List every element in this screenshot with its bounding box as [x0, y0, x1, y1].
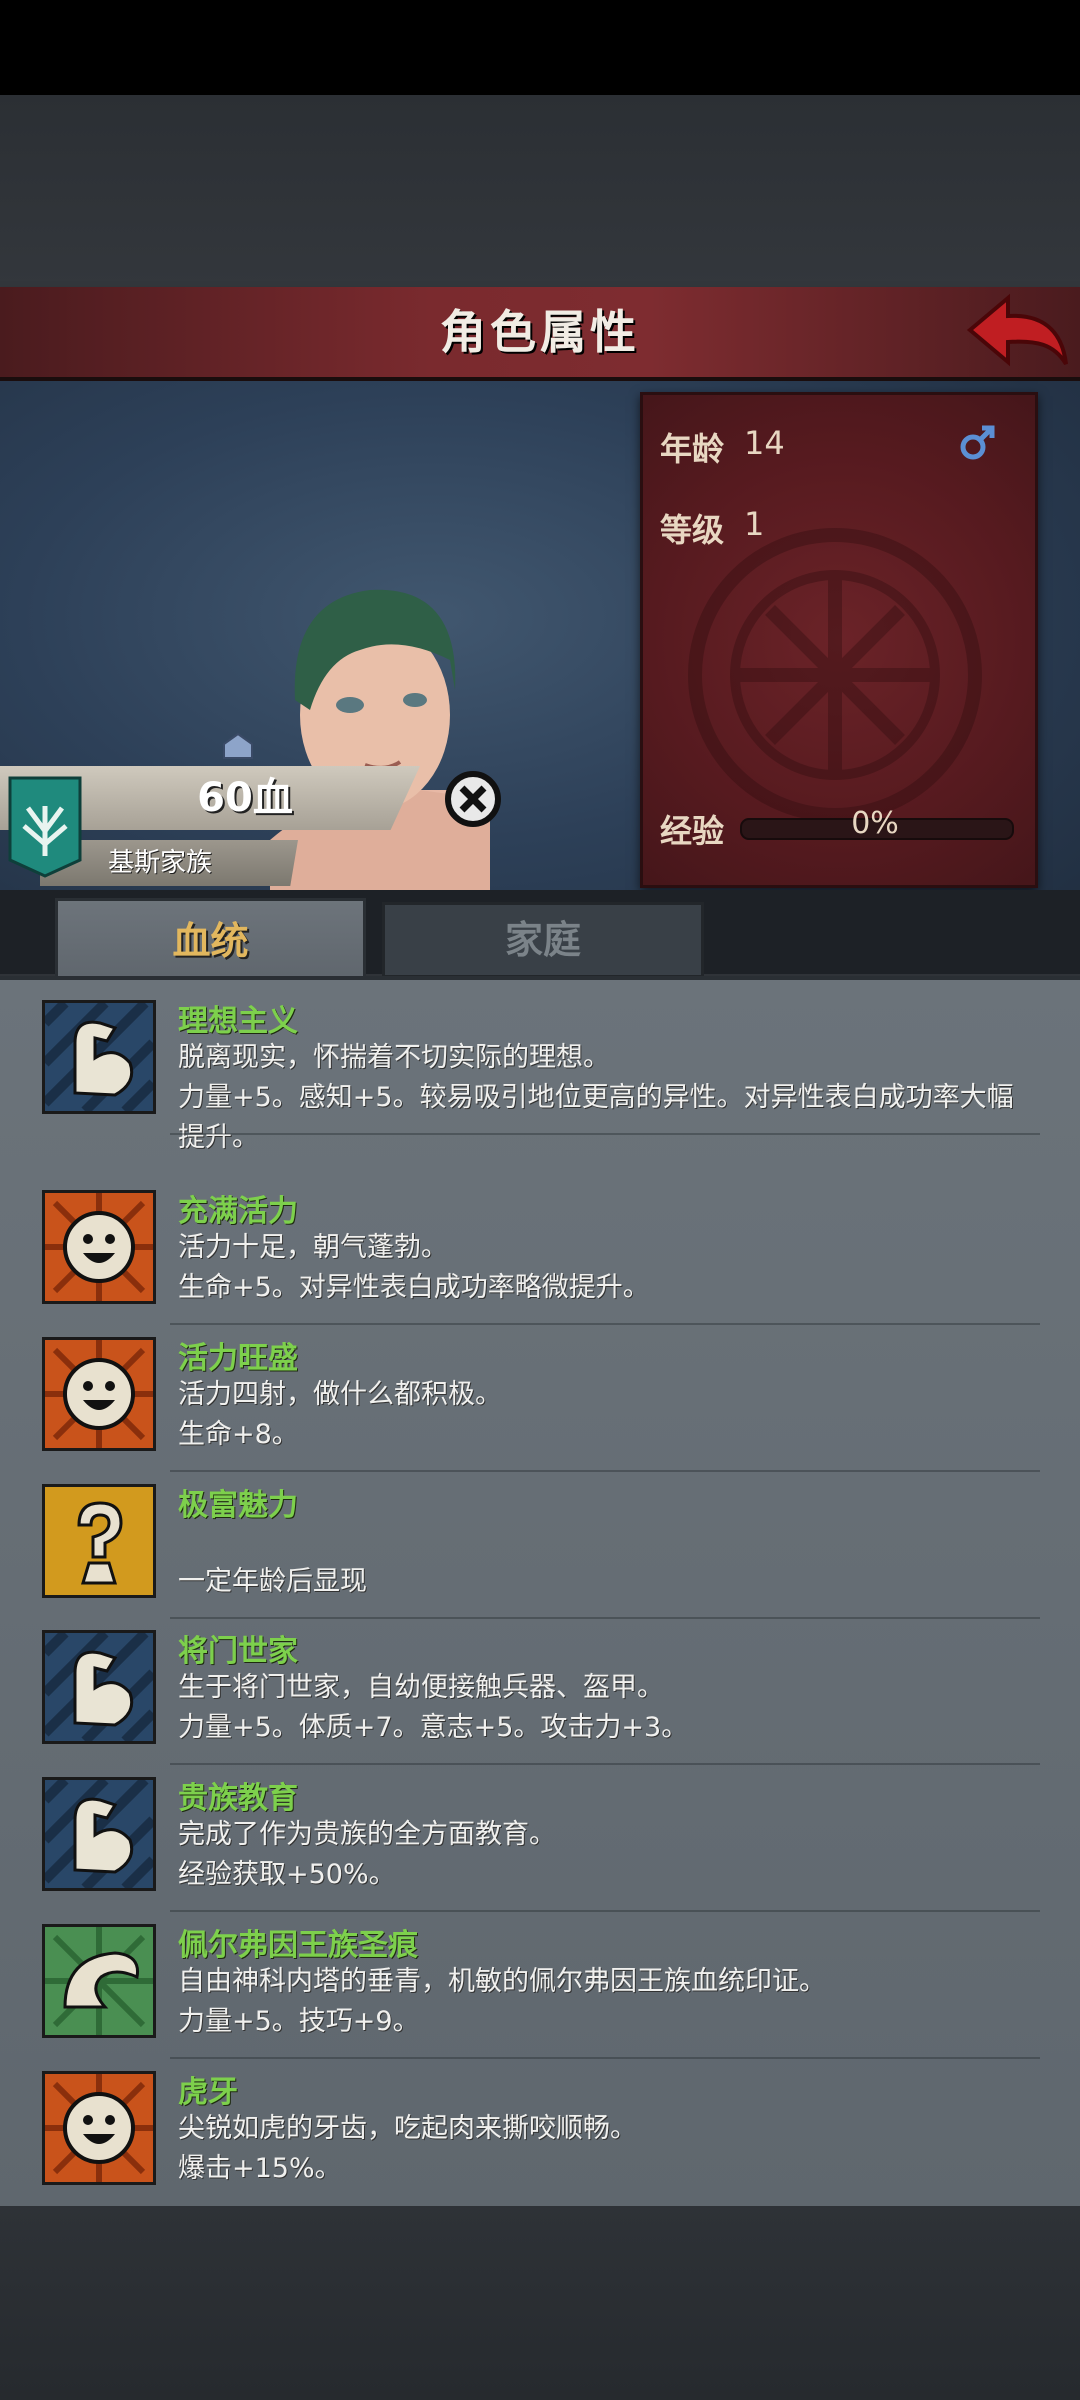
- family-crest-icon: [8, 776, 82, 878]
- male-gender-icon: [960, 425, 995, 460]
- flexed-arm-icon: [41, 1776, 157, 1892]
- trait-description: 一定年龄后显现: [178, 1522, 1038, 1602]
- trait-item[interactable]: 活力旺盛 活力四射，做什么都积极。 生命+8。: [0, 1325, 1080, 1472]
- page-title: 角色属性: [440, 305, 640, 359]
- trait-name: 理想主义: [178, 1004, 298, 1039]
- question-icon: [42, 1484, 156, 1598]
- trait-description-line: 爆击+15%。: [178, 2153, 342, 2184]
- traits-list[interactable]: 理想主义 脱离现实，怀揣着不切实际的理想。力量+5。感知+5。较易吸引地位更高的异…: [0, 976, 1080, 2210]
- trait-name: 虎牙: [178, 2075, 238, 2110]
- bottom-area: [0, 2206, 1080, 2400]
- trait-description: 脱离现实，怀揣着不切实际的理想。力量+5。感知+5。较易吸引地位更高的异性。对异…: [178, 1038, 1038, 1158]
- trait-item[interactable]: 佩尔弗因王族圣痕 自由神科内塔的垂青，机敏的佩尔弗因王族血统印证。 力量+5。技巧+…: [0, 1912, 1080, 2059]
- trait-description: 生于将门世家，自幼便接触兵器、盔甲。 力量+5。体质+7。意志+5。攻击力+3。: [178, 1668, 1038, 1748]
- hp-value: 60血: [197, 775, 293, 821]
- level-label: 等级: [660, 511, 725, 549]
- trait-description-line: 力量+5。体质+7。意志+5。攻击力+3。: [178, 1712, 689, 1743]
- trait-description-line: 脱离现实，怀揣着不切实际的理想。: [178, 1042, 610, 1073]
- trait-name: 贵族教育: [178, 1781, 298, 1816]
- celtic-knot-emblem: [688, 528, 982, 822]
- trait-description-line: 力量+5。技巧+9。: [178, 2006, 420, 2037]
- trait-item[interactable]: 理想主义 脱离现实，怀揣着不切实际的理想。力量+5。感知+5。较易吸引地位更高的异…: [0, 988, 1080, 1153]
- trait-item[interactable]: 虎牙 尖锐如虎的牙齿，吃起肉来撕咬顺畅。 爆击+15%。: [0, 2059, 1080, 2206]
- trait-name: 活力旺盛: [178, 1341, 298, 1376]
- trait-description-line: 活力十足，朝气蓬勃。: [178, 1232, 448, 1263]
- age-label: 年龄: [660, 430, 725, 468]
- flexed-arm-icon: [41, 999, 157, 1115]
- trait-description-line: 完成了作为贵族的全方面教育。: [178, 1819, 556, 1850]
- exp-value: 0%: [851, 806, 899, 841]
- trait-description: 完成了作为贵族的全方面教育。 经验获取+50%。: [178, 1815, 1038, 1895]
- trait-item[interactable]: 将门世家 生于将门世家，自幼便接触兵器、盔甲。 力量+5。体质+7。意志+5。攻击力…: [0, 1618, 1080, 1765]
- trait-name: 充满活力: [178, 1194, 298, 1229]
- trait-item[interactable]: 极富魅力一定年龄后显现: [0, 1472, 1080, 1619]
- tab-bloodline[interactable]: 血统: [55, 898, 366, 981]
- title-banner: 角色属性: [0, 287, 1080, 381]
- trait-description-line: 活力四射，做什么都积极。: [178, 1379, 502, 1410]
- smiley-sun-icon: [42, 1190, 156, 1304]
- trait-description: 自由神科内塔的垂青，机敏的佩尔弗因王族血统印证。 力量+5。技巧+9。: [178, 1962, 1038, 2042]
- trait-description-line: 经验获取+50%。: [178, 1859, 396, 1890]
- trait-description-line: 力量+5。感知+5。较易吸引地位更高的异性。对异性表白成功率大幅: [178, 1082, 1014, 1113]
- back-button[interactable]: [962, 290, 1072, 376]
- exp-label: 经验: [660, 812, 725, 850]
- trait-description: 活力四射，做什么都积极。 生命+8。: [178, 1375, 1038, 1455]
- smiley-sun-icon: [42, 2071, 156, 2185]
- swirl-icon: [42, 1924, 156, 2038]
- trait-description: 活力十足，朝气蓬勃。生命+5。对异性表白成功率略微提升。: [178, 1228, 1038, 1308]
- flexed-arm-icon: [41, 1629, 157, 1745]
- trait-item[interactable]: 贵族教育 完成了作为贵族的全方面教育。 经验获取+50%。: [0, 1765, 1080, 1912]
- trait-description-line: [178, 1522, 1038, 1562]
- trait-description-line: 生于将门世家，自幼便接触兵器、盔甲。: [178, 1672, 664, 1703]
- trait-description-line: 提升。: [178, 1122, 259, 1153]
- close-icon: [445, 771, 501, 827]
- tab-family[interactable]: 家庭: [382, 902, 704, 978]
- age-value: 14: [744, 424, 785, 462]
- trait-description-line: 一定年龄后显现: [178, 1566, 367, 1597]
- rank-icon: [223, 732, 253, 759]
- trait-description-line: 生命+5。对异性表白成功率略微提升。: [178, 1272, 650, 1303]
- trait-item[interactable]: 充满活力 活力十足，朝气蓬勃。生命+5。对异性表白成功率略微提升。: [0, 1178, 1080, 1325]
- status-bar: [0, 0, 1080, 95]
- back-arrow-icon: [966, 293, 1068, 367]
- smiley-sun-icon: [42, 1337, 156, 1451]
- header-background: [0, 95, 1080, 287]
- level-value: 1: [744, 505, 765, 543]
- trait-description-line: 尖锐如虎的牙齿，吃起肉来撕咬顺畅。: [178, 2113, 637, 2144]
- close-button[interactable]: [444, 770, 502, 828]
- trait-name: 将门世家: [178, 1634, 298, 1669]
- trait-name: 极富魅力: [178, 1488, 298, 1523]
- trait-name: 佩尔弗因王族圣痕: [178, 1928, 418, 1963]
- trait-description-line: 生命+8。: [178, 1419, 299, 1450]
- divider: [170, 1133, 1040, 1135]
- trait-description-line: 自由神科内塔的垂青，机敏的佩尔弗因王族血统印证。: [178, 1966, 826, 1997]
- trait-description: 尖锐如虎的牙齿，吃起肉来撕咬顺畅。 爆击+15%。: [178, 2109, 1038, 2189]
